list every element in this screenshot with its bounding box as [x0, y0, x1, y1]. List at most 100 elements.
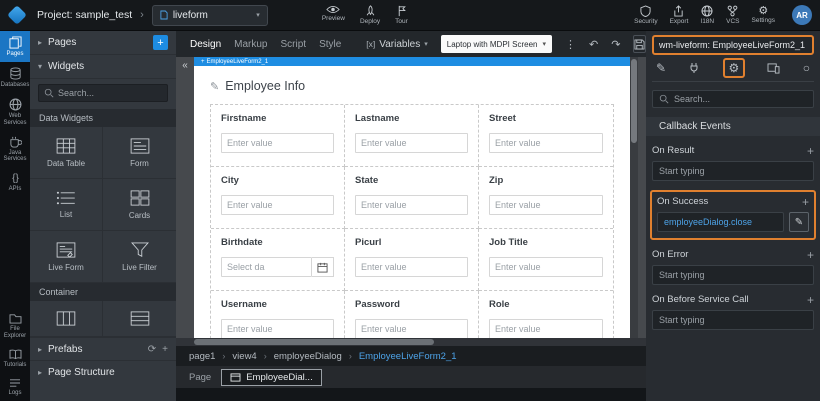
bottom-tab-employeedialog[interactable]: EmployeeDial... — [221, 369, 322, 386]
password-input[interactable] — [355, 319, 468, 338]
i18n-button[interactable]: I18N — [700, 5, 714, 25]
field-role: Role — [479, 291, 613, 338]
pages-section-header[interactable]: ▸ Pages + — [30, 31, 176, 55]
device-selector[interactable]: Laptop with MDPI Screen ▾ — [441, 35, 552, 53]
tab-markup[interactable]: Markup — [234, 39, 267, 50]
variables-dropdown[interactable]: [x] Variables ▾ — [366, 39, 427, 50]
calendar-button[interactable] — [312, 257, 334, 277]
data-table-icon — [56, 138, 76, 154]
preview-button[interactable]: Preview — [322, 5, 345, 25]
more-options-icon[interactable]: ⋮ — [565, 38, 576, 51]
property-search-input[interactable] — [674, 94, 807, 104]
edit-tab-icon[interactable]: ✎ — [656, 61, 666, 75]
street-input[interactable] — [489, 133, 603, 153]
add-prefab-button[interactable]: + — [162, 344, 168, 355]
widget-live-filter[interactable]: Live Filter — [103, 231, 176, 283]
job-title-input[interactable] — [489, 257, 603, 277]
on-result-input[interactable] — [652, 161, 814, 181]
add-on-before-service-call-button[interactable]: + — [807, 295, 814, 305]
prefabs-section[interactable]: ▸ Prefabs ⟳ + — [30, 337, 176, 360]
tour-button[interactable]: Tour — [395, 5, 408, 25]
lastname-input[interactable] — [355, 133, 468, 153]
rail-item-java-services[interactable]: Java Services — [0, 131, 30, 168]
widget-form[interactable]: Form — [103, 127, 176, 179]
deploy-button[interactable]: Deploy — [360, 5, 380, 25]
rail-item-web-services[interactable]: Web Services — [0, 93, 30, 131]
form-selection-strip[interactable]: + EmployeeLiveForm2_1 — [194, 57, 630, 66]
field-label: Zip — [489, 175, 603, 186]
widget-live-form[interactable]: Live Form — [30, 231, 103, 283]
tab-style[interactable]: Style — [319, 39, 341, 50]
vertical-scrollbar-thumb[interactable] — [631, 59, 637, 143]
add-page-button[interactable]: + — [153, 35, 168, 50]
rail-item-file-explorer[interactable]: File Explorer — [0, 308, 30, 344]
breadcrumb-view4[interactable]: view4 — [232, 351, 256, 362]
topbar-right-actions: Security Export I18N VCS ⚙ Settings AR — [634, 5, 812, 25]
caret-right-icon: ▸ — [38, 345, 42, 354]
canvas-page: + EmployeeLiveForm2_1 ✎ Employee Info Fi… — [194, 57, 630, 338]
widget-container-1[interactable] — [30, 301, 103, 337]
devices-tab-icon[interactable] — [767, 63, 780, 74]
picurl-input[interactable] — [355, 257, 468, 277]
state-tab-icon[interactable]: ○ — [803, 61, 810, 75]
widget-data-table[interactable]: Data Table — [30, 127, 103, 179]
project-name: Project: sample_test — [37, 9, 132, 21]
undo-button[interactable]: ↶ — [589, 38, 598, 51]
birthdate-input[interactable] — [221, 257, 312, 277]
collapse-sidebar-icon[interactable]: « — [182, 60, 188, 71]
avatar[interactable]: AR — [792, 5, 812, 25]
tab-script[interactable]: Script — [281, 39, 307, 50]
coffee-cup-icon — [9, 136, 22, 148]
horizontal-scrollbar[interactable] — [176, 338, 646, 346]
edit-on-success-button[interactable]: ✎ — [789, 212, 809, 232]
wavemaker-logo[interactable] — [7, 5, 27, 25]
on-error-label: On Error — [652, 249, 688, 260]
username-input[interactable] — [221, 319, 334, 338]
add-on-error-button[interactable]: + — [807, 250, 814, 260]
vertical-scrollbar[interactable] — [630, 57, 638, 338]
page-structure-section[interactable]: ▸ Page Structure — [30, 360, 176, 383]
add-on-result-button[interactable]: + — [807, 146, 814, 156]
page-selector[interactable]: liveform ▾ — [152, 5, 268, 26]
rail-item-logs[interactable]: Logs — [0, 373, 30, 401]
role-input[interactable] — [489, 319, 603, 338]
horizontal-scrollbar-thumb[interactable] — [194, 339, 434, 345]
add-on-success-button[interactable]: + — [802, 197, 809, 207]
save-button[interactable] — [633, 35, 646, 53]
widget-search-input[interactable] — [58, 88, 162, 98]
widgets-section-header[interactable]: ▾ Widgets — [30, 55, 176, 79]
breadcrumb-employeeliveform[interactable]: EmployeeLiveForm2_1 — [359, 351, 457, 362]
prefabs-label: Prefabs — [48, 344, 82, 355]
export-button[interactable]: Export — [670, 5, 689, 25]
widget-container-2[interactable] — [103, 301, 176, 337]
form-tag[interactable]: + EmployeeLiveForm2_1 — [197, 57, 272, 66]
widget-cards[interactable]: Cards — [103, 179, 176, 231]
rail-item-apis[interactable]: {} APIs — [0, 167, 30, 197]
breadcrumb-employeedialog[interactable]: employeeDialog — [274, 351, 342, 362]
canvas-gutter: « — [176, 57, 194, 338]
events-tab-icon[interactable]: ⚙ — [723, 58, 746, 78]
field-city: City — [211, 167, 345, 229]
city-input[interactable] — [221, 195, 334, 215]
state-input[interactable] — [355, 195, 468, 215]
tab-design[interactable]: Design — [190, 39, 221, 50]
widget-list[interactable]: List — [30, 179, 103, 231]
on-success-value[interactable]: employeeDialog.close — [657, 212, 784, 232]
settings-button[interactable]: ⚙ Settings — [752, 7, 776, 24]
security-button[interactable]: Security — [634, 5, 657, 25]
rail-item-pages[interactable]: Pages — [0, 31, 30, 62]
vcs-button[interactable]: VCS — [726, 5, 739, 25]
zip-input[interactable] — [489, 195, 603, 215]
container-header: Container — [30, 283, 176, 301]
bottom-tab-page[interactable]: Page — [189, 372, 211, 383]
on-error-input[interactable] — [652, 265, 814, 285]
on-before-service-call-input[interactable] — [652, 310, 814, 330]
rail-item-tutorials[interactable]: Tutorials — [0, 344, 30, 373]
firstname-input[interactable] — [221, 133, 334, 153]
breadcrumb-page1[interactable]: page1 — [189, 351, 215, 362]
refresh-icon[interactable]: ⟳ — [148, 344, 156, 355]
bind-tab-icon[interactable] — [688, 62, 700, 74]
field-label: State — [355, 175, 468, 186]
rail-item-databases[interactable]: Databases — [0, 62, 30, 93]
redo-button[interactable]: ↷ — [611, 38, 620, 51]
